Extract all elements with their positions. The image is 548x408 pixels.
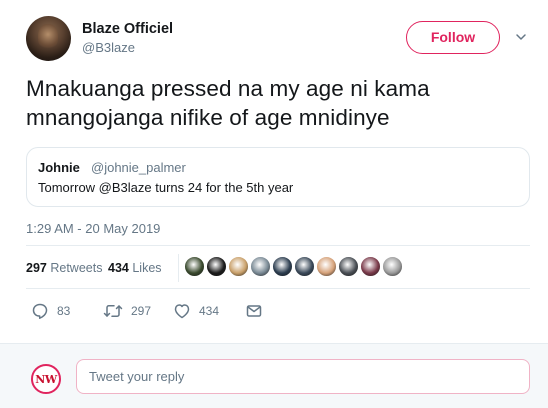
reply-count: 83 <box>57 304 71 318</box>
likes-stat[interactable]: 434 Likes <box>108 261 162 275</box>
liker-avatar[interactable] <box>184 256 205 277</box>
liker-avatar[interactable] <box>360 256 381 277</box>
reply-icon <box>32 303 48 319</box>
retweet-icon <box>103 304 123 318</box>
author-handle[interactable]: @B3laze <box>82 40 135 55</box>
like-button[interactable]: 434 <box>173 302 219 320</box>
quoted-tweet[interactable]: Johnie @johnie_palmer Tomorrow @B3laze t… <box>26 147 530 207</box>
avatar-initials: NW <box>35 373 57 386</box>
retweets-stat[interactable]: 297 Retweets <box>26 261 102 275</box>
quoted-author-handle: @johnie_palmer <box>91 160 186 175</box>
stats-separator <box>178 254 179 282</box>
retweets-label: Retweets <box>50 261 103 275</box>
reply-button[interactable]: 83 <box>31 302 70 320</box>
tweet-header: Blaze Officiel @B3laze Follow <box>0 0 548 70</box>
retweet-button[interactable]: 297 <box>103 302 151 320</box>
quoted-tweet-text: Tomorrow @B3laze turns 24 for the 5th ye… <box>38 180 294 195</box>
retweet-count: 297 <box>131 304 152 318</box>
likes-count: 434 <box>108 261 129 275</box>
heart-icon <box>174 304 190 319</box>
retweets-count: 297 <box>26 261 47 275</box>
divider <box>26 288 530 289</box>
tweet-stats: 297 Retweets 434 Likes <box>26 246 530 288</box>
liker-avatar[interactable] <box>316 256 337 277</box>
follow-button[interactable]: Follow <box>406 21 500 54</box>
reply-input[interactable] <box>76 359 530 394</box>
author-name[interactable]: Blaze Officiel <box>82 21 173 37</box>
quoted-author-name: Johnie <box>38 160 80 175</box>
direct-message-button[interactable] <box>245 302 263 320</box>
envelope-icon <box>246 305 262 317</box>
chevron-down-icon[interactable] <box>514 30 528 44</box>
liker-avatar[interactable] <box>338 256 359 277</box>
tweet-actions: 83 297 434 <box>26 296 530 326</box>
liker-avatar[interactable] <box>294 256 315 277</box>
like-count: 434 <box>199 304 220 318</box>
reply-bar: NW <box>0 343 548 408</box>
user-avatar[interactable]: NW <box>31 364 61 394</box>
likes-label: Likes <box>132 261 162 275</box>
tweet-text: Mnakuanga pressed na my age ni kama mnan… <box>26 76 430 130</box>
liker-avatar[interactable] <box>382 256 403 277</box>
liker-avatar[interactable] <box>228 256 249 277</box>
tweet-timestamp[interactable]: 1:29 AM - 20 May 2019 <box>26 221 160 236</box>
author-avatar[interactable] <box>26 16 71 61</box>
liker-avatar[interactable] <box>206 256 227 277</box>
liker-avatar[interactable] <box>250 256 271 277</box>
liker-avatar[interactable] <box>272 256 293 277</box>
